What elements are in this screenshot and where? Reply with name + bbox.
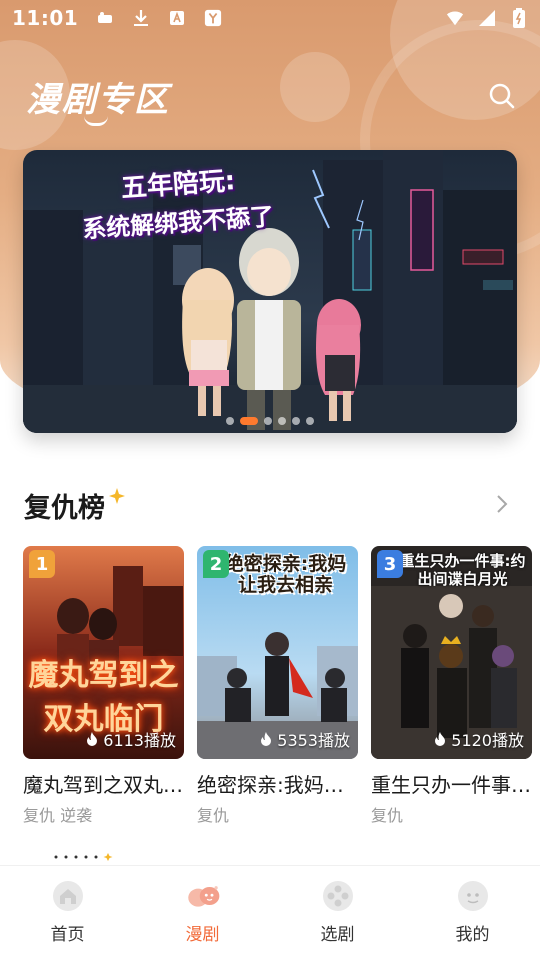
play-count: 6113播放 (85, 727, 176, 751)
section-more-button[interactable] (492, 492, 512, 516)
carousel-dot-active[interactable] (240, 417, 258, 425)
play-count: 5120播放 (433, 727, 524, 751)
next-section-title-partial (52, 846, 122, 865)
home-icon (50, 878, 86, 914)
page-title: 漫剧专区 (26, 80, 170, 120)
featured-banner[interactable]: 五年陪玩: 系统解绑我不舔了 (23, 150, 517, 433)
carousel-dot[interactable] (278, 417, 286, 425)
search-button[interactable] (486, 80, 518, 112)
battery-icon (510, 8, 528, 28)
download-icon (132, 9, 150, 27)
app-y-icon (204, 9, 222, 27)
profile-icon (455, 878, 491, 914)
card-title: 魔丸驾到之双丸临门 (23, 773, 184, 797)
status-time: 11:01 (12, 6, 79, 30)
card-cover: 重生只办一件事:约出间谍白月光 3 5120播放 (371, 546, 532, 759)
notification-icon (96, 9, 114, 27)
nav-item-manju[interactable]: 漫剧 (135, 866, 270, 960)
film-reel-icon (320, 878, 356, 914)
truncated-heading-dots (54, 853, 113, 861)
play-count-text: 5353播放 (277, 731, 350, 750)
carousel-dot[interactable] (306, 417, 314, 425)
card-tags: 复仇 (371, 806, 404, 825)
card-title: 绝密探亲:我妈让我去相亲 (197, 773, 358, 797)
cover-title: 魔丸驾到之双丸临门 (28, 658, 179, 737)
cover-title: 绝密探亲:我妈让我去相亲 (224, 553, 347, 596)
banner-title: 五年陪玩: 系统解绑我不舔了 (63, 164, 293, 244)
play-count-text: 6113播放 (103, 731, 176, 750)
flame-icon (87, 732, 98, 746)
nav-label: 我的 (455, 925, 490, 945)
app-a-icon (168, 9, 186, 27)
manju-icon (185, 878, 221, 914)
signal-icon (478, 9, 496, 27)
ranking-card[interactable]: 绝密探亲:我妈让我去相亲 2 5353播放 绝密探亲:我妈让我去相亲 复仇 (197, 546, 358, 826)
flame-icon (435, 732, 446, 746)
play-count-text: 5120播放 (451, 731, 524, 750)
card-title: 重生只办一件事:约出间谍白月光 (371, 773, 532, 797)
nav-item-select[interactable]: 选剧 (270, 866, 405, 960)
card-tags: 复仇 逆袭 (23, 806, 93, 825)
card-cover: 绝密探亲:我妈让我去相亲 2 5353播放 (197, 546, 358, 759)
play-count: 5353播放 (259, 727, 350, 751)
carousel-dot[interactable] (226, 417, 234, 425)
carousel-dot[interactable] (264, 417, 272, 425)
bottom-navigation: 首页 漫剧 选剧 我的 (0, 865, 540, 960)
ranking-card[interactable]: 魔丸驾到之双丸临门 1 6113播放 魔丸驾到之双丸临门 复仇 逆袭 (23, 546, 184, 826)
wifi-icon (446, 9, 464, 27)
rank-badge: 3 (377, 550, 403, 578)
status-bar: 11:01 (0, 0, 540, 36)
ranking-card[interactable]: 重生只办一件事:约出间谍白月光 3 5120播放 重生只办一件事:约出间谍白月光… (371, 546, 532, 826)
rank-badge: 1 (29, 550, 55, 578)
carousel-dot[interactable] (292, 417, 300, 425)
flame-icon (261, 732, 272, 746)
nav-label: 选剧 (320, 925, 355, 945)
nav-item-profile[interactable]: 我的 (405, 866, 540, 960)
search-icon (489, 83, 515, 109)
chevron-right-icon (497, 495, 508, 513)
sparkle-icon (109, 488, 125, 504)
card-cover: 魔丸驾到之双丸临门 1 6113播放 (23, 546, 184, 759)
nav-item-home[interactable]: 首页 (0, 866, 135, 960)
card-tags: 复仇 (197, 806, 230, 825)
section-title: 复仇榜 (24, 493, 105, 524)
carousel-dots (23, 417, 517, 425)
cover-title: 重生只办一件事:约出间谍白月光 (399, 552, 526, 588)
nav-label: 漫剧 (185, 925, 220, 945)
nav-label: 首页 (50, 925, 85, 945)
rank-badge: 2 (203, 550, 229, 578)
